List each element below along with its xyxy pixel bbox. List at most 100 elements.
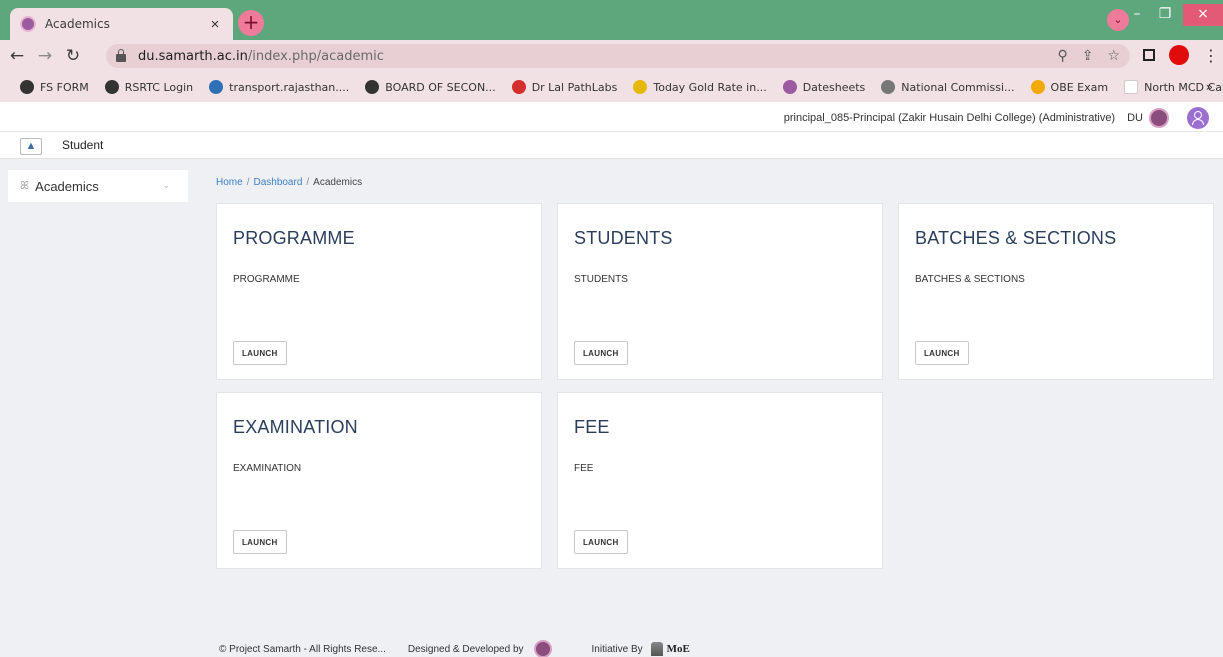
card-subtitle: BATCHES & SECTIONS — [915, 274, 1025, 285]
bookmark-item[interactable]: BOARD OF SECON... — [365, 80, 496, 94]
zoom-icon[interactable]: ⚲ — [1057, 48, 1067, 64]
bookmarks-bar: FS FORM RSRTC Login transport.rajasthan...… — [0, 72, 1223, 102]
page-icon — [1124, 80, 1139, 94]
footer-moe[interactable]: MoE — [667, 643, 690, 655]
bookmark-item[interactable]: National Commissi... — [881, 80, 1015, 94]
emblem-icon — [881, 80, 896, 94]
bus-icon — [209, 80, 224, 94]
card-title: STUDENTS — [574, 228, 673, 248]
restore-icon[interactable]: ❐ — [1151, 4, 1179, 26]
launch-fee-button[interactable]: LAUNCH — [574, 530, 628, 554]
footer-designed-by: Designed & Developed by — [407, 643, 524, 655]
profile-icon[interactable] — [1169, 45, 1189, 65]
bookmark-label: OBE Exam — [1050, 80, 1109, 94]
card-programme: PROGRAMME PROGRAMME LAUNCH — [216, 203, 542, 380]
bookmark-star-icon[interactable]: ☆ — [1107, 48, 1120, 64]
browser-menu-icon[interactable]: ⋮ — [1203, 46, 1219, 65]
user-avatar-icon[interactable] — [1187, 107, 1209, 129]
user-role-text[interactable]: principal_085-Principal (Zakir Husain De… — [784, 112, 1115, 124]
du-icon — [782, 80, 797, 94]
card-title: BATCHES & SECTIONS — [915, 228, 1117, 248]
bookmark-item[interactable]: Datesheets — [782, 80, 866, 94]
home-icon: ▲ — [25, 140, 37, 152]
card-title: EXAMINATION — [233, 417, 358, 437]
page-footer: © Project Samarth - All Rights Rese... D… — [219, 640, 690, 657]
card-subtitle: STUDENTS — [574, 274, 628, 285]
bookmarks-overflow-icon[interactable]: » — [1206, 80, 1213, 94]
bookmark-item[interactable]: Today Gold Rate in... — [633, 80, 767, 94]
bookmark-label: Datesheets — [802, 80, 866, 94]
launch-batches-button[interactable]: LAUNCH — [915, 341, 969, 365]
windows-icon — [1030, 80, 1045, 94]
window-close-icon[interactable]: × — [1183, 4, 1223, 26]
globe-icon — [104, 80, 119, 94]
footer-initiative: Initiative By — [591, 643, 643, 655]
bookmark-item[interactable]: Dr Lal PathLabs — [511, 80, 618, 94]
lab-icon — [511, 80, 526, 94]
side-panel-icon[interactable] — [1143, 49, 1155, 61]
globe-icon — [20, 80, 34, 94]
module-bar: ▲ Student — [0, 132, 1223, 159]
bookmark-label: National Commissi... — [901, 80, 1015, 94]
card-students: STUDENTS STUDENTS LAUNCH — [557, 203, 883, 380]
url-path: /index.php/academic — [247, 48, 384, 64]
du-logo-icon[interactable] — [533, 640, 552, 657]
card-subtitle: PROGRAMME — [233, 274, 300, 285]
share-icon[interactable]: ⇪ — [1082, 48, 1094, 64]
bookmark-item[interactable]: OBE Exam — [1030, 80, 1109, 94]
breadcrumb-separator: / — [306, 177, 310, 188]
lock-icon[interactable] — [116, 49, 126, 62]
minimize-icon[interactable]: – — [1123, 4, 1151, 26]
bookmark-label: Dr Lal PathLabs — [531, 80, 618, 94]
bookmark-label: RSRTC Login — [124, 80, 194, 94]
bookmark-label: Today Gold Rate in... — [653, 80, 767, 94]
card-title: FEE — [574, 417, 610, 437]
launch-examination-button[interactable]: LAUNCH — [233, 530, 287, 554]
launch-students-button[interactable]: LAUNCH — [574, 341, 628, 365]
back-arrow-icon[interactable]: ← — [6, 46, 28, 66]
sidebar-item-label: Academics — [35, 178, 99, 194]
card-fee: FEE FEE LAUNCH — [557, 392, 883, 569]
new-tab-button[interactable]: + — [238, 10, 264, 36]
breadcrumb: Home / Dashboard / Academics — [216, 177, 362, 188]
extension-area: ⋮ — [1143, 45, 1219, 65]
card-subtitle: EXAMINATION — [233, 463, 302, 474]
users-icon: ꕤ — [20, 179, 30, 192]
bookmark-label: BOARD OF SECON... — [385, 80, 496, 94]
tab-title: Academics — [45, 17, 110, 31]
gold-icon — [633, 80, 648, 94]
emblem-icon — [650, 642, 663, 656]
window-controls: – ❐ × — [1123, 0, 1223, 30]
app-top-header: principal_085-Principal (Zakir Husain De… — [0, 102, 1223, 132]
reload-icon[interactable]: ↻ — [62, 46, 84, 66]
card-batches-sections: BATCHES & SECTIONS BATCHES & SECTIONS LA… — [898, 203, 1214, 380]
browser-tab-academics[interactable]: Academics × — [10, 8, 233, 40]
module-label[interactable]: Student — [62, 138, 103, 152]
address-bar[interactable]: du.samarth.ac.in /index.php/academic ⚲ ⇪… — [106, 44, 1130, 68]
address-toolbar: ← → ↻ du.samarth.ac.in /index.php/academ… — [0, 40, 1223, 72]
chevron-down-icon: ⌄ — [162, 181, 170, 191]
browser-tab-strip: Academics × + ⌄ – ❐ × — [0, 0, 1223, 40]
bookmark-label: transport.rajasthan.... — [229, 80, 350, 94]
breadcrumb-dashboard[interactable]: Dashboard — [253, 177, 302, 188]
card-subtitle: FEE — [574, 463, 594, 474]
sidebar-item-academics[interactable]: ꕤ Academics ⌄ — [8, 170, 188, 202]
globe-icon — [365, 80, 380, 94]
du-logo-icon — [1149, 108, 1169, 128]
card-examination: EXAMINATION EXAMINATION LAUNCH — [216, 392, 542, 569]
breadcrumb-separator: / — [246, 177, 250, 188]
bookmark-item[interactable]: FS FORM — [20, 80, 89, 94]
forward-arrow-icon[interactable]: → — [34, 46, 56, 66]
bookmark-label: FS FORM — [40, 80, 89, 94]
org-label: DU — [1127, 112, 1143, 124]
tab-close-icon[interactable]: × — [207, 16, 223, 33]
bookmark-item[interactable]: transport.rajasthan.... — [209, 80, 349, 94]
card-title: PROGRAMME — [233, 228, 355, 248]
url-domain: du.samarth.ac.in — [138, 48, 248, 64]
breadcrumb-home[interactable]: Home — [216, 177, 243, 188]
breadcrumb-current: Academics — [313, 177, 363, 188]
home-button[interactable]: ▲ — [20, 138, 42, 155]
footer-copyright: © Project Samarth - All Rights Rese... — [219, 643, 386, 655]
launch-programme-button[interactable]: LAUNCH — [233, 341, 287, 365]
bookmark-item[interactable]: RSRTC Login — [104, 80, 194, 94]
